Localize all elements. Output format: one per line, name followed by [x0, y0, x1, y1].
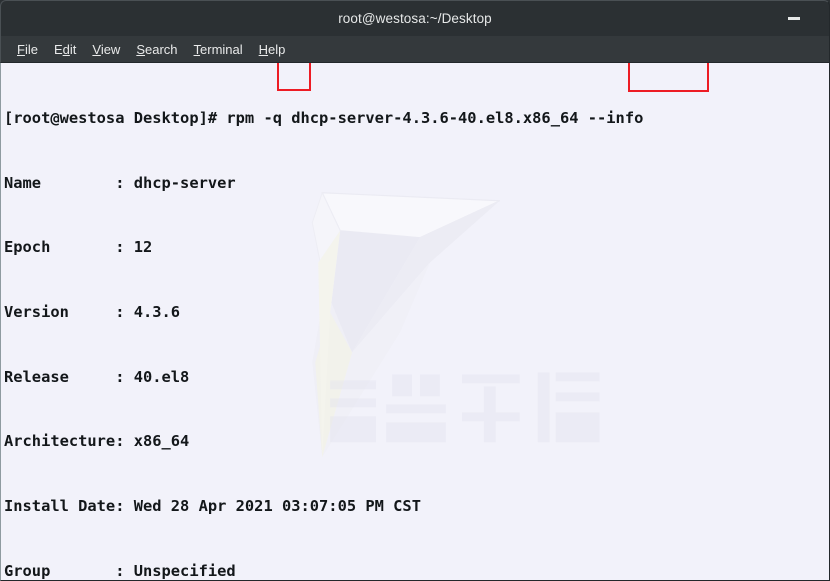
terminal-line: Release : 40.el8: [4, 367, 190, 386]
terminal-text: [root@westosa Desktop]# rpm -q dhcp-serv…: [1, 63, 829, 580]
minimize-glyph: [788, 17, 800, 20]
terminal-line: Name : dhcp-server: [4, 173, 236, 192]
window-titlebar[interactable]: root@westosa:~/Desktop: [0, 0, 830, 36]
menu-item-help[interactable]: Help: [251, 40, 294, 59]
window-title: root@westosa:~/Desktop: [338, 11, 492, 26]
terminal-line: Install Date: Wed 28 Apr 2021 03:07:05 P…: [4, 496, 421, 515]
menu-item-view[interactable]: View: [84, 40, 128, 59]
menu-item-edit[interactable]: Edit: [46, 40, 84, 59]
terminal-output-area[interactable]: [root@westosa Desktop]# rpm -q dhcp-serv…: [0, 63, 830, 581]
menu-item-file[interactable]: File: [9, 40, 46, 59]
terminal-line: Epoch : 12: [4, 238, 153, 257]
terminal-line: Group : Unspecified: [4, 561, 236, 580]
terminal-line: Version : 4.3.6: [4, 303, 181, 322]
menu-item-search[interactable]: Search: [128, 40, 185, 59]
terminal-line: [root@westosa Desktop]# rpm -q dhcp-serv…: [4, 109, 644, 128]
menubar: File Edit View Search Terminal Help: [0, 36, 830, 63]
terminal-line: Architecture: x86_64: [4, 432, 190, 451]
menu-item-terminal[interactable]: Terminal: [186, 40, 251, 59]
minimize-icon[interactable]: [783, 1, 805, 36]
terminal-window: root@westosa:~/Desktop File Edit View Se…: [0, 0, 830, 581]
